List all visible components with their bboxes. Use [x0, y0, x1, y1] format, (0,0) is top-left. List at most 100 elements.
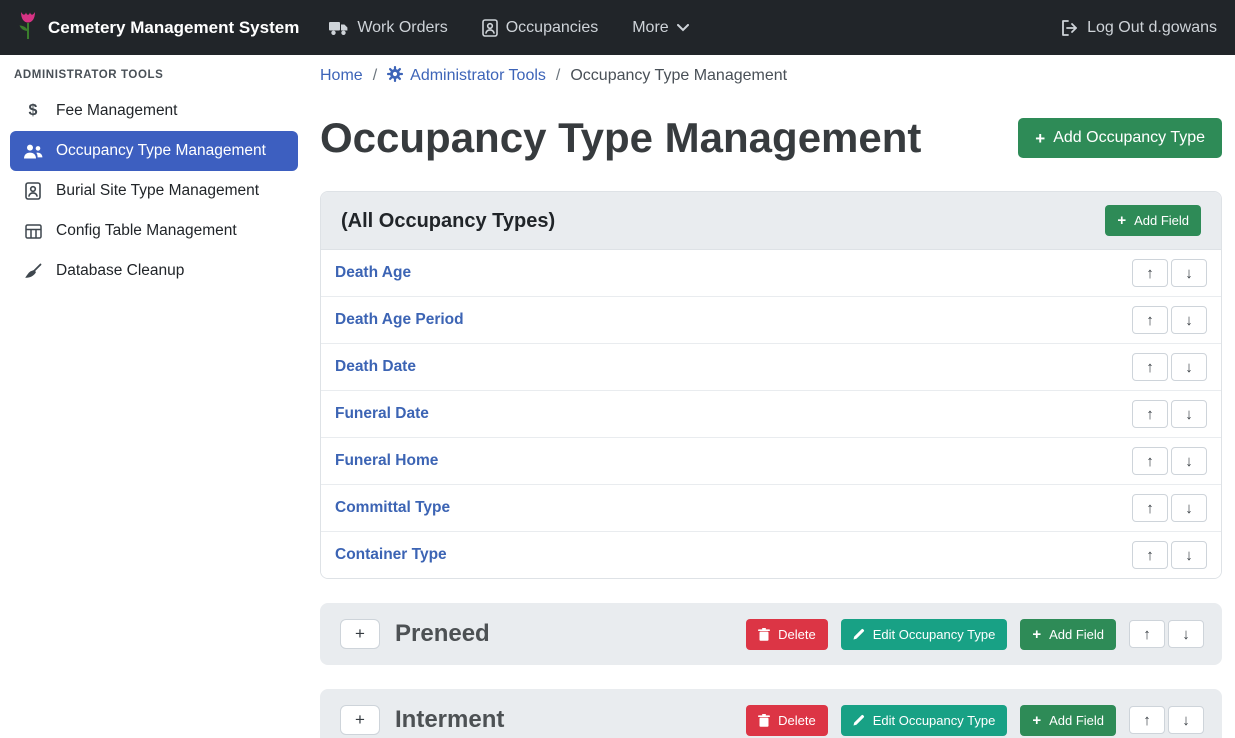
nav-occupancies[interactable]: Occupancies — [482, 19, 599, 37]
move-up-button[interactable]: ↑ — [1129, 620, 1165, 648]
field-row: Funeral Home ↑ ↓ — [321, 438, 1221, 485]
add-field-button[interactable]: + Add Field — [1020, 705, 1116, 736]
reorder-controls: ↑ ↓ — [1132, 306, 1207, 334]
field-link-committal-type[interactable]: Committal Type — [335, 499, 450, 517]
broom-icon — [22, 263, 44, 279]
field-link-death-age[interactable]: Death Age — [335, 264, 411, 282]
reorder-controls: ↑ ↓ — [1132, 494, 1207, 522]
users-icon — [22, 144, 44, 159]
dollar-icon: $ — [22, 102, 44, 120]
card-header: (All Occupancy Types) + Add Field — [321, 192, 1221, 250]
delete-label: Delete — [778, 713, 816, 728]
reorder-controls: ↑ ↓ — [1129, 620, 1204, 648]
sidebar-item-label: Config Table Management — [56, 222, 237, 240]
move-up-button[interactable]: ↑ — [1132, 494, 1168, 522]
logout-button[interactable]: Log Out d.gowans — [1061, 19, 1217, 37]
add-occupancy-type-button[interactable]: + Add Occupancy Type — [1018, 118, 1222, 158]
plus-icon: + — [1032, 713, 1041, 728]
move-down-button[interactable]: ↓ — [1171, 494, 1207, 522]
field-link-funeral-date[interactable]: Funeral Date — [335, 405, 429, 423]
breadcrumb-separator: / — [373, 67, 377, 85]
section-preneed: + Preneed Delete — [320, 603, 1222, 665]
delete-button[interactable]: Delete — [746, 619, 828, 650]
expand-section-button[interactable]: + — [340, 705, 380, 735]
expand-section-button[interactable]: + — [340, 619, 380, 649]
nav-more[interactable]: More — [632, 19, 688, 37]
breadcrumb-home-link[interactable]: Home — [320, 67, 363, 85]
delete-label: Delete — [778, 627, 816, 642]
move-down-button[interactable]: ↓ — [1168, 706, 1204, 734]
section-title: Preneed — [395, 620, 490, 648]
chevron-down-icon — [677, 24, 689, 32]
truck-icon — [329, 20, 349, 36]
section-actions: Delete Edit Occupancy Type + Add Field ↑ — [746, 619, 1204, 650]
plus-icon: + — [1032, 627, 1041, 642]
add-field-button[interactable]: + Add Field — [1020, 619, 1116, 650]
sidebar-heading: Administrator Tools — [10, 63, 298, 91]
reorder-controls: ↑ ↓ — [1132, 541, 1207, 569]
reorder-controls: ↑ ↓ — [1132, 400, 1207, 428]
app-brand[interactable]: Cemetery Management System — [18, 10, 299, 45]
move-down-button[interactable]: ↓ — [1171, 541, 1207, 569]
move-up-button[interactable]: ↑ — [1132, 353, 1168, 381]
logout-label: Log Out d.gowans — [1087, 19, 1217, 37]
nav-more-label: More — [632, 19, 668, 37]
move-up-button[interactable]: ↑ — [1132, 306, 1168, 334]
navbar-right: Log Out d.gowans — [1061, 19, 1217, 37]
breadcrumb-current: Occupancy Type Management — [570, 67, 787, 85]
field-row: Death Date ↑ ↓ — [321, 344, 1221, 391]
add-field-label: Add Field — [1134, 213, 1189, 228]
move-down-button[interactable]: ↓ — [1171, 400, 1207, 428]
breadcrumb: Home / Administrator Tools / Occupancy T… — [320, 65, 1222, 87]
move-down-button[interactable]: ↓ — [1168, 620, 1204, 648]
sidebar-item-burial-site-type-management[interactable]: Burial Site Type Management — [10, 171, 298, 211]
plus-icon: + — [1117, 213, 1126, 228]
logout-icon — [1061, 20, 1079, 36]
pencil-icon — [853, 628, 865, 640]
move-up-button[interactable]: ↑ — [1132, 400, 1168, 428]
sidebar-item-config-table-management[interactable]: Config Table Management — [10, 211, 298, 251]
section-interment: + Interment Delete — [320, 689, 1222, 738]
nav-occupancies-label: Occupancies — [506, 19, 599, 37]
move-up-button[interactable]: ↑ — [1129, 706, 1165, 734]
field-link-container-type[interactable]: Container Type — [335, 546, 447, 564]
move-up-button[interactable]: ↑ — [1132, 259, 1168, 287]
add-field-label: Add Field — [1049, 713, 1104, 728]
portrait-icon — [22, 182, 44, 200]
sidebar-item-label: Database Cleanup — [56, 262, 184, 280]
field-link-death-date[interactable]: Death Date — [335, 358, 416, 376]
move-down-button[interactable]: ↓ — [1171, 259, 1207, 287]
sidebar-item-label: Burial Site Type Management — [56, 182, 259, 200]
edit-occupancy-type-button[interactable]: Edit Occupancy Type — [841, 705, 1008, 736]
pencil-icon — [853, 714, 865, 726]
tulip-logo-icon — [18, 10, 38, 45]
sidebar: Administrator Tools $ Fee Management Occ… — [0, 55, 308, 738]
move-up-button[interactable]: ↑ — [1132, 541, 1168, 569]
move-down-button[interactable]: ↓ — [1171, 306, 1207, 334]
reorder-controls: ↑ ↓ — [1129, 706, 1204, 734]
move-down-button[interactable]: ↓ — [1171, 447, 1207, 475]
field-row: Committal Type ↑ ↓ — [321, 485, 1221, 532]
app-title: Cemetery Management System — [48, 18, 299, 38]
nav-work-orders[interactable]: Work Orders — [329, 19, 447, 37]
sidebar-item-database-cleanup[interactable]: Database Cleanup — [10, 251, 298, 291]
add-field-button[interactable]: + Add Field — [1105, 205, 1201, 236]
edit-occupancy-type-label: Edit Occupancy Type — [873, 627, 996, 642]
breadcrumb-admin-tools-link[interactable]: Administrator Tools — [387, 66, 546, 87]
field-link-funeral-home[interactable]: Funeral Home — [335, 452, 438, 470]
main-content: Home / Administrator Tools / Occupancy T… — [308, 55, 1235, 738]
edit-occupancy-type-label: Edit Occupancy Type — [873, 713, 996, 728]
page-title: Occupancy Type Management — [320, 109, 921, 167]
move-up-button[interactable]: ↑ — [1132, 447, 1168, 475]
move-down-button[interactable]: ↓ — [1171, 353, 1207, 381]
edit-occupancy-type-button[interactable]: Edit Occupancy Type — [841, 619, 1008, 650]
trash-icon — [758, 628, 770, 641]
field-link-death-age-period[interactable]: Death Age Period — [335, 311, 464, 329]
reorder-controls: ↑ ↓ — [1132, 259, 1207, 287]
table-icon — [22, 224, 44, 239]
sidebar-item-occupancy-type-management[interactable]: Occupancy Type Management — [10, 131, 298, 171]
delete-button[interactable]: Delete — [746, 705, 828, 736]
breadcrumb-separator: / — [556, 67, 560, 85]
section-title: Interment — [395, 706, 504, 734]
sidebar-item-fee-management[interactable]: $ Fee Management — [10, 91, 298, 131]
